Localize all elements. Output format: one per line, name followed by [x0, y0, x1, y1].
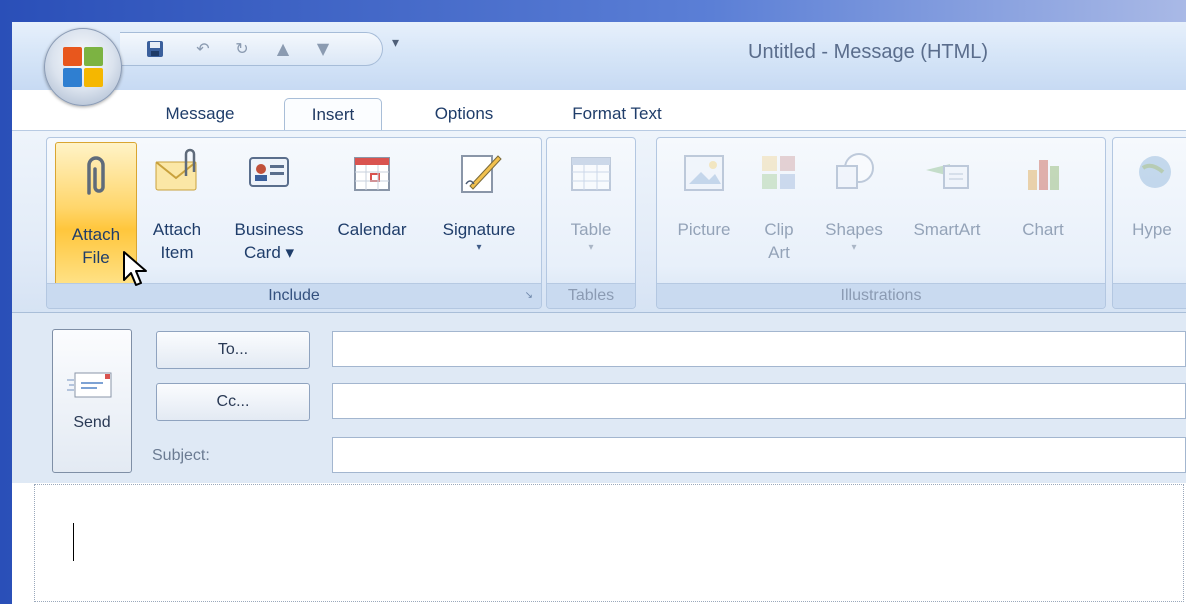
subject-input[interactable]: [332, 437, 1186, 473]
paperclip-icon: [87, 156, 105, 195]
message-header: Send To... Cc... Subject:: [12, 312, 1186, 483]
calendar-button[interactable]: Calendar: [323, 138, 421, 284]
clip-art-label-2: Art: [768, 243, 790, 262]
chart-button[interactable]: Chart: [1001, 138, 1085, 284]
title-bar: ↶ ↻ ▲ ▼ ▾ Untitled - Message (HTML): [12, 22, 1186, 90]
signature-label: Signature: [442, 220, 516, 239]
save-icon[interactable]: [146, 40, 164, 58]
group-links: Hype: [1112, 137, 1186, 309]
table-icon: [571, 157, 611, 191]
table-button[interactable]: Table ▾: [551, 138, 631, 284]
cc-button[interactable]: Cc...: [156, 383, 310, 421]
smartart-button[interactable]: SmartArt: [897, 138, 997, 284]
smartart-icon: [926, 164, 969, 189]
text-caret: [73, 523, 74, 561]
window-title: Untitled - Message (HTML): [748, 41, 989, 63]
envelope-paperclip-icon: [155, 148, 197, 191]
signature-button[interactable]: Signature ▾: [427, 138, 531, 284]
attach-file-label-1: Attach: [71, 225, 121, 244]
shapes-button[interactable]: Shapes ▾: [813, 138, 895, 284]
previous-item-icon[interactable]: ▲: [274, 40, 292, 58]
hyperlink-globe-icon: [1139, 156, 1171, 188]
office-logo-icon: [63, 47, 103, 87]
message-body[interactable]: [34, 484, 1184, 602]
chart-icon: [1028, 160, 1059, 190]
calendar-label: Calendar: [337, 220, 407, 239]
include-label-text: Include: [268, 287, 320, 304]
redo-icon[interactable]: ↻: [233, 40, 251, 58]
send-label: Send: [73, 414, 111, 431]
attach-item-button[interactable]: Attach Item: [139, 138, 215, 284]
picture-label: Picture: [677, 220, 731, 239]
tab-insert[interactable]: Insert: [284, 98, 382, 131]
group-tables-label: Tables: [547, 283, 635, 308]
send-envelope-icon: [67, 372, 112, 398]
subject-label: Subject:: [152, 447, 210, 464]
hyperlink-label: Hype: [1132, 220, 1172, 239]
ribbon: Attach File Attach Item Business Card ▾ …: [12, 130, 1186, 313]
cc-input[interactable]: [332, 383, 1186, 419]
business-card-icon: [249, 157, 289, 187]
send-button[interactable]: Send: [52, 329, 132, 473]
quick-access-toolbar: ↶ ↻ ▲ ▼: [120, 32, 383, 66]
undo-icon[interactable]: ↶: [194, 40, 212, 58]
business-card-label-2: Card ▾: [243, 243, 295, 262]
group-links-label: [1113, 283, 1186, 308]
picture-button[interactable]: Picture: [663, 138, 745, 284]
calendar-icon: [354, 157, 390, 191]
mouse-pointer-icon: [123, 251, 147, 286]
table-dropdown-icon: ▾: [588, 242, 594, 253]
tab-format-text[interactable]: Format Text: [552, 98, 682, 130]
group-illustrations: Picture Clip Art Shapes ▾ SmartArt Chart…: [656, 137, 1106, 309]
clip-art-button[interactable]: Clip Art: [747, 138, 811, 284]
tab-options[interactable]: Options: [414, 98, 514, 130]
smartart-label: SmartArt: [913, 220, 981, 239]
next-item-icon[interactable]: ▼: [314, 40, 332, 58]
hyperlink-button[interactable]: Hype: [1117, 138, 1186, 284]
shapes-label: Shapes: [825, 220, 883, 239]
clip-art-icon: [762, 156, 795, 189]
table-label: Table: [570, 220, 612, 239]
office-button[interactable]: [44, 28, 122, 106]
to-input[interactable]: [332, 331, 1186, 367]
outlook-message-window: ↶ ↻ ▲ ▼ ▾ Untitled - Message (HTML) Mess…: [12, 22, 1186, 604]
shapes-icon: [836, 153, 874, 189]
shapes-dropdown-icon: ▾: [851, 242, 857, 253]
group-illustrations-label: Illustrations: [657, 283, 1105, 308]
tab-message[interactable]: Message: [150, 98, 250, 130]
business-card-label-1: Business: [234, 220, 304, 239]
business-card-button[interactable]: Business Card ▾: [219, 138, 319, 284]
group-include: Attach File Attach Item Business Card ▾ …: [46, 137, 542, 309]
customize-quick-access-icon[interactable]: ▾: [392, 35, 399, 51]
signature-pen-icon: [461, 155, 502, 193]
attach-item-label-2: Item: [160, 243, 194, 262]
clip-art-label-1: Clip: [764, 220, 794, 239]
group-tables: Table ▾ Tables: [546, 137, 636, 309]
ribbon-tabs: Message Insert Options Format Text: [12, 90, 1186, 131]
to-button[interactable]: To...: [156, 331, 310, 369]
dialog-launcher-icon[interactable]: ↘: [525, 284, 533, 308]
attach-item-label-1: Attach: [152, 220, 202, 239]
picture-icon: [684, 155, 724, 191]
chart-label: Chart: [1022, 220, 1064, 239]
signature-dropdown-icon[interactable]: ▾: [427, 241, 531, 255]
